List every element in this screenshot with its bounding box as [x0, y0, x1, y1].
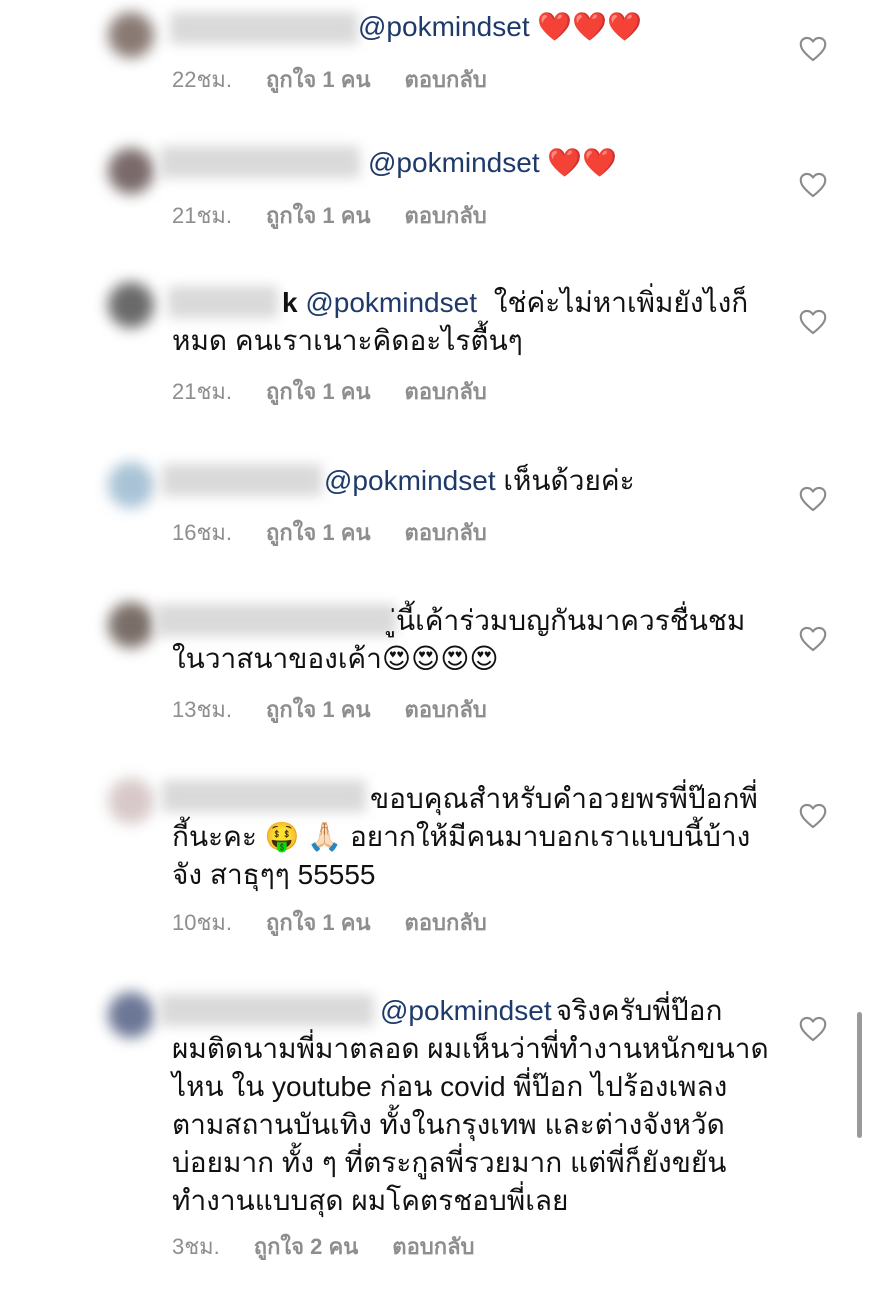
- reply-button[interactable]: ตอบกลับ: [405, 692, 487, 727]
- avatar[interactable]: [108, 148, 154, 194]
- comment-text: @pokmindset ❤️❤️: [368, 147, 618, 178]
- like-heart-icon[interactable]: [799, 626, 827, 652]
- reply-button[interactable]: ตอบกลับ: [405, 62, 487, 97]
- avatar[interactable]: [108, 778, 154, 824]
- comment-meta: 10ชม. ถูกใจ 1 คน ตอบกลับ: [172, 905, 487, 940]
- scrollbar[interactable]: [857, 1012, 862, 1138]
- likes-count[interactable]: ถูกใจ 1 คน: [266, 515, 371, 550]
- comment-meta: 21ชม. ถูกใจ 1 คน ตอบกลับ: [172, 374, 487, 409]
- mention-link[interactable]: @pokmindset: [324, 465, 496, 496]
- comment-time: 16ชม.: [172, 520, 233, 545]
- username-blurred[interactable]: [170, 12, 358, 44]
- mention-link[interactable]: @pokmindset: [368, 147, 540, 178]
- likes-count[interactable]: ถูกใจ 2 คน: [254, 1229, 359, 1264]
- likes-count[interactable]: ถูกใจ 1 คน: [266, 198, 371, 233]
- like-heart-icon[interactable]: [799, 36, 827, 62]
- comment-time: 21ชม.: [172, 203, 233, 228]
- comment-time: 13ชม.: [172, 697, 233, 722]
- avatar[interactable]: [108, 602, 154, 648]
- like-heart-icon[interactable]: [799, 172, 827, 198]
- comment-time: 22ชม.: [172, 67, 233, 92]
- reply-button[interactable]: ตอบกลับ: [392, 1229, 474, 1264]
- comment-text-body: ใช่ค่ะไม่หาเพิ่มยังไงก็ หมด คนเราเนาะคิด…: [172, 287, 749, 356]
- mention-link[interactable]: @pokmindset: [358, 11, 530, 42]
- avatar[interactable]: [108, 12, 154, 58]
- comment-meta: 21ชม. ถูกใจ 1 คน ตอบกลับ: [172, 198, 487, 233]
- like-heart-icon[interactable]: [799, 486, 827, 512]
- comment-text: ู่นี้เค้าร่วมบญกันมาควรชื่นชม ในวาสนาของ…: [172, 605, 746, 674]
- likes-count[interactable]: ถูกใจ 1 คน: [266, 692, 371, 727]
- comment-meta: 3ชม. ถูกใจ 2 คน ตอบกลับ: [172, 1229, 475, 1264]
- reply-button[interactable]: ตอบกลับ: [405, 905, 487, 940]
- likes-count[interactable]: ถูกใจ 1 คน: [266, 62, 371, 97]
- like-heart-icon[interactable]: [799, 1016, 827, 1042]
- like-heart-icon[interactable]: [799, 803, 827, 829]
- comment-time: 21ชม.: [172, 379, 233, 404]
- reply-button[interactable]: ตอบกลับ: [405, 198, 487, 233]
- username-blurred[interactable]: [160, 146, 360, 178]
- avatar[interactable]: [108, 462, 154, 508]
- likes-count[interactable]: ถูกใจ 1 คน: [266, 374, 371, 409]
- comment-meta: 22ชม. ถูกใจ 1 คน ตอบกลับ: [172, 62, 487, 97]
- like-heart-icon[interactable]: [799, 309, 827, 335]
- avatar[interactable]: [108, 282, 154, 328]
- reply-button[interactable]: ตอบกลับ: [405, 515, 487, 550]
- comment-text: ขอบคุณสำหรับคำอวยพรพี่ป๊อกพี่ กี้นะคะ 🤑 …: [172, 783, 758, 890]
- reply-button[interactable]: ตอบกลับ: [405, 374, 487, 409]
- comment-text: @pokmindset ❤️❤️❤️: [358, 11, 642, 42]
- comment-text: @pokmindset เห็นด้วยค่ะ: [324, 465, 635, 496]
- avatar[interactable]: [108, 992, 154, 1038]
- comment-text-body: จริงครับพี่ป๊อก ผมติดนามพี่มาตลอด ผมเห็น…: [172, 995, 769, 1216]
- username-blurred[interactable]: [162, 464, 322, 496]
- comment-time: 3ชม.: [172, 1234, 220, 1259]
- likes-count[interactable]: ถูกใจ 1 คน: [266, 905, 371, 940]
- comment-meta: 16ชม. ถูกใจ 1 คน ตอบกลับ: [172, 515, 487, 550]
- comment-meta: 13ชม. ถูกใจ 1 คน ตอบกลับ: [172, 692, 487, 727]
- comment-time: 10ชม.: [172, 910, 233, 935]
